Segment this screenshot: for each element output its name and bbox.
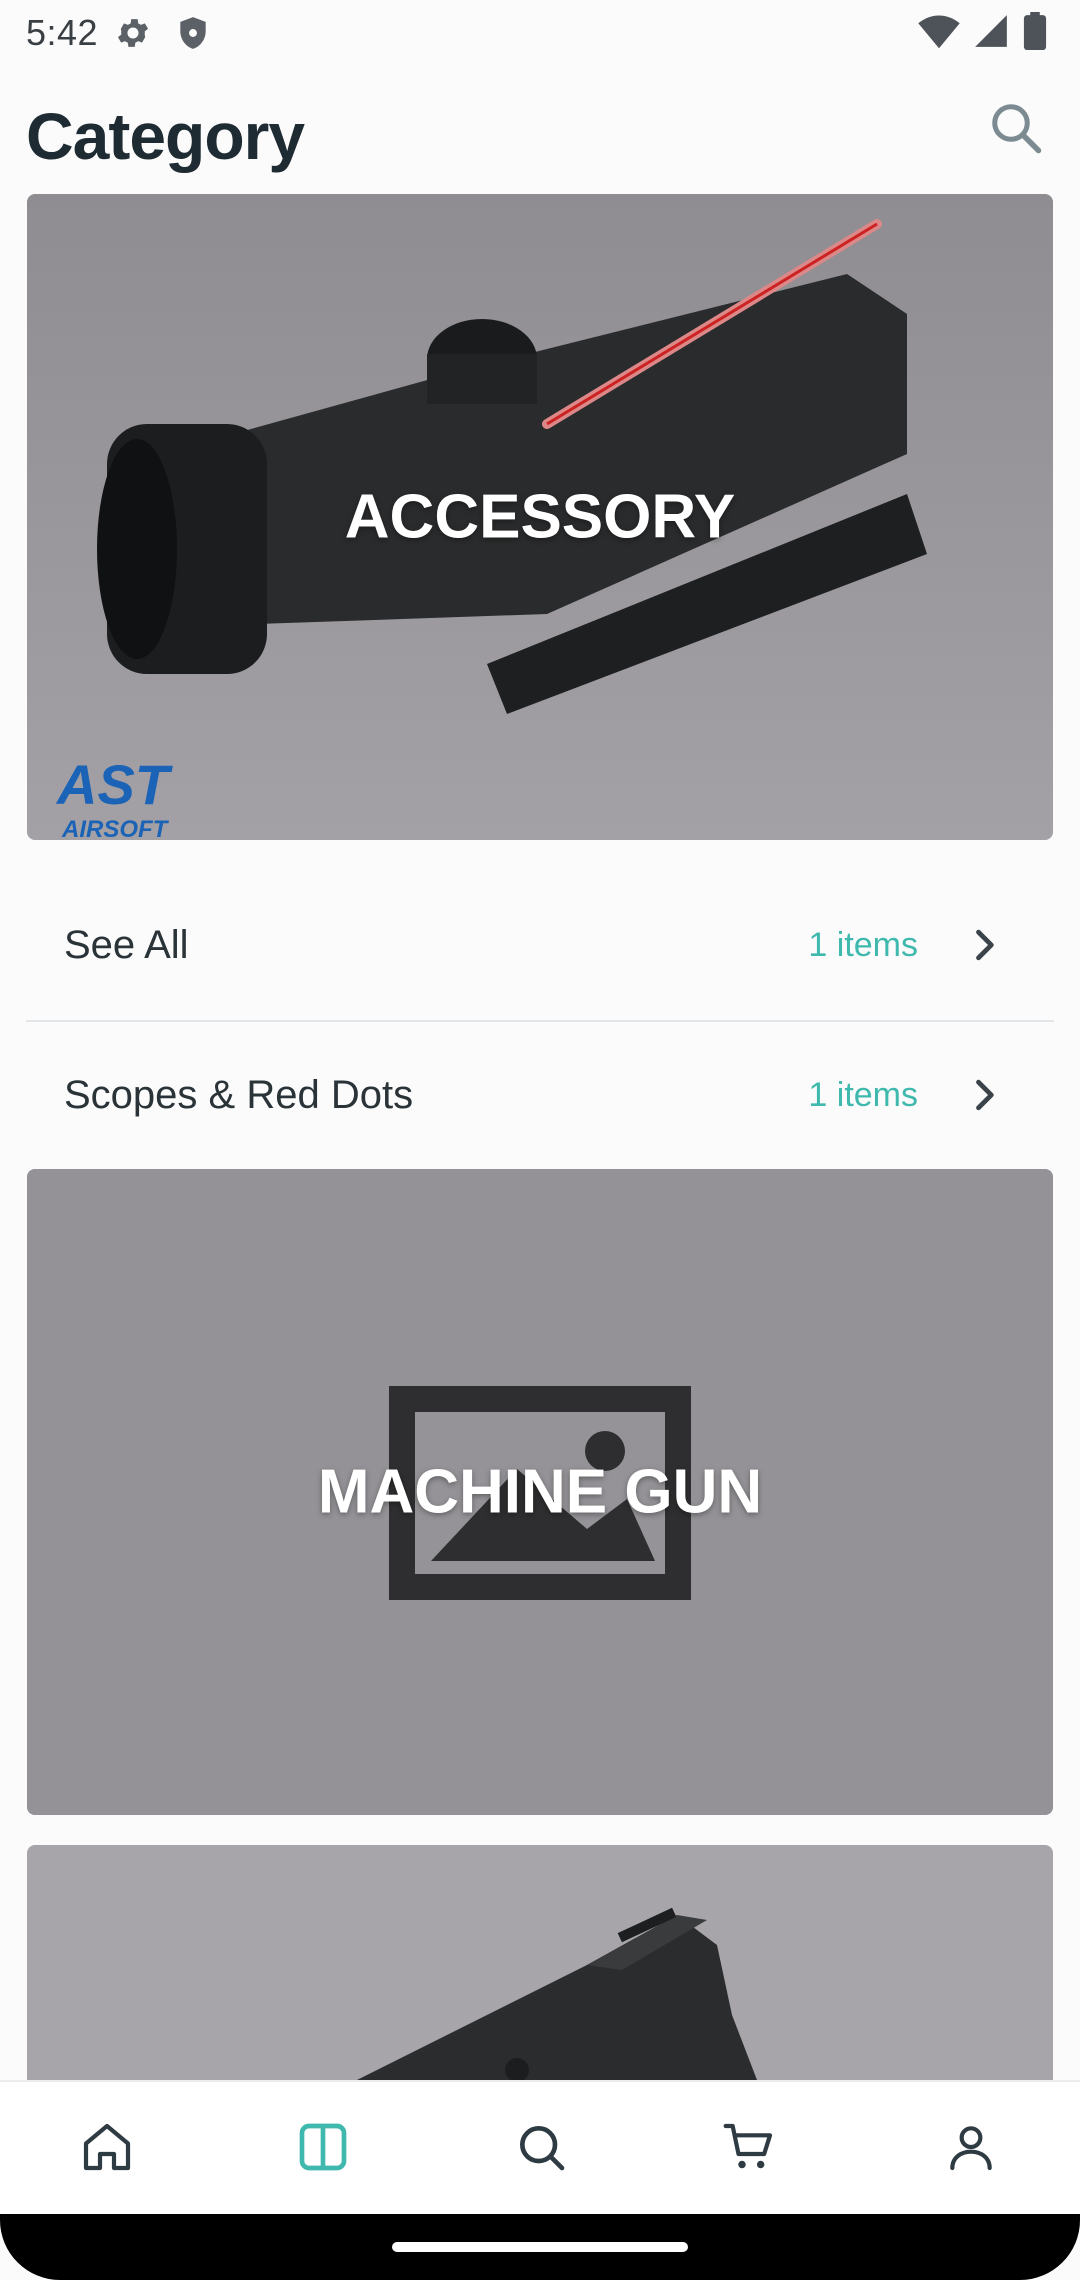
subcategory-row-scopes[interactable]: Scopes & Red Dots 1 items: [26, 1020, 1054, 1170]
status-time: 5:42: [26, 12, 99, 53]
app-header: Category: [0, 70, 1080, 190]
search-icon: [520, 2126, 565, 2171]
category-banner-accessory[interactable]: AST AIRSOFT ACCESSORY: [27, 194, 1053, 840]
subcategory-label: Scopes & Red Dots: [64, 1072, 414, 1117]
screen: 5:42 Category AST AIRSOFT ACCESSORY See …: [0, 0, 1080, 2280]
subcategory-count: 1 items: [808, 1075, 918, 1114]
signal-icon: [972, 12, 1010, 55]
chevron-right-icon: [976, 1079, 994, 1111]
nav-search[interactable]: [506, 2112, 576, 2182]
subcategory-row-see-all[interactable]: See All 1 items: [26, 870, 1054, 1020]
svg-text:AST: AST: [55, 753, 174, 816]
status-right-icons: [918, 12, 1048, 55]
subcategory-count: 1 items: [808, 925, 918, 964]
nav-cart[interactable]: [714, 2112, 784, 2182]
cart-icon: [723, 2123, 773, 2169]
search-icon: [992, 104, 1042, 154]
banner-title: MACHINE GUN: [317, 1457, 763, 1527]
page-title: Category: [26, 99, 305, 173]
settings-icon: [114, 14, 152, 52]
home-icon: [83, 2123, 131, 2171]
user-icon: [950, 2126, 992, 2171]
pistol-image: [27, 1845, 1053, 2080]
category-icon: [299, 2123, 347, 2171]
nav-account[interactable]: [936, 2112, 1006, 2182]
search-button[interactable]: [986, 98, 1046, 158]
home-indicator[interactable]: [392, 2242, 688, 2252]
svg-text:AIRSOFT: AIRSOFT: [61, 816, 170, 840]
wifi-icon: [918, 12, 960, 55]
battery-icon: [1022, 12, 1048, 55]
category-banner-pistol[interactable]: [27, 1845, 1053, 2080]
category-banner-machine-gun[interactable]: MACHINE GUN: [27, 1169, 1053, 1815]
subcategory-label: See All: [64, 922, 189, 967]
nav-home[interactable]: [72, 2112, 142, 2182]
shield-icon: [174, 14, 212, 52]
nav-category[interactable]: [288, 2112, 358, 2182]
status-bar: 5:42: [0, 0, 1080, 64]
banner-title: ACCESSORY: [344, 482, 736, 552]
bottom-nav: [0, 2080, 1080, 2214]
chevron-right-icon: [976, 929, 994, 961]
gesture-bar: [0, 2214, 1080, 2280]
